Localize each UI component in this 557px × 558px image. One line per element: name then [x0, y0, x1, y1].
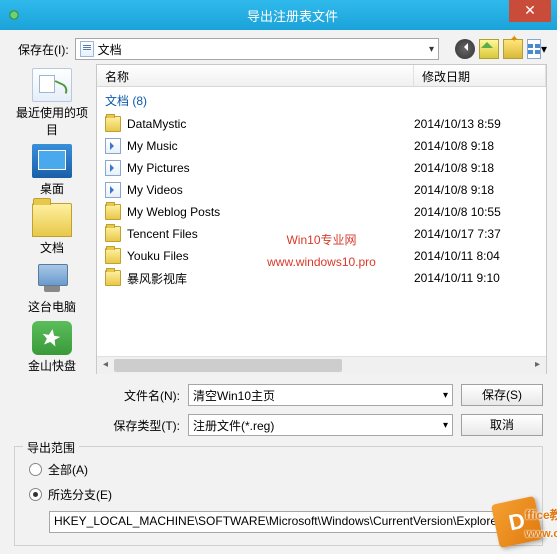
- sidebar-label-documents: 文档: [12, 239, 92, 256]
- radio-icon: [29, 463, 42, 476]
- column-date[interactable]: 修改日期: [414, 65, 546, 86]
- file-row[interactable]: Youku Files2014/10/11 8:04: [97, 245, 546, 267]
- new-folder-icon: [503, 39, 523, 59]
- media-icon: [105, 182, 121, 198]
- radio-icon-checked: [29, 488, 42, 501]
- documents-icon: [32, 203, 72, 237]
- scroll-left-icon[interactable]: ◂: [97, 357, 114, 374]
- sidebar-item-thispc[interactable]: 这台电脑: [12, 262, 92, 315]
- scroll-thumb[interactable]: [114, 359, 342, 372]
- back-icon: [455, 39, 475, 59]
- view-icon: [527, 39, 541, 59]
- file-date: 2014/10/17 7:37: [414, 227, 538, 241]
- media-icon: [105, 138, 121, 154]
- file-row[interactable]: My Music2014/10/8 9:18: [97, 135, 546, 157]
- radio-selected-branch[interactable]: 所选分支(E): [29, 486, 532, 503]
- new-folder-button[interactable]: [503, 39, 523, 59]
- recent-icon: [32, 68, 72, 102]
- chevron-down-icon: ▾: [429, 44, 434, 55]
- sidebar-label-desktop: 桌面: [12, 180, 92, 197]
- location-value: 文档: [98, 41, 122, 58]
- radio-all[interactable]: 全部(A): [29, 461, 532, 478]
- file-name: DataMystic: [127, 117, 414, 131]
- chevron-down-icon: ▾: [443, 420, 448, 431]
- file-row[interactable]: My Pictures2014/10/8 9:18: [97, 157, 546, 179]
- file-row[interactable]: Tencent Files2014/10/17 7:37: [97, 223, 546, 245]
- folder-icon: [105, 116, 121, 132]
- file-date: 2014/10/8 9:18: [414, 161, 538, 175]
- close-button[interactable]: ✕: [509, 0, 551, 22]
- file-row[interactable]: DataMystic2014/10/13 8:59: [97, 113, 546, 135]
- chevron-down-icon: ▾: [443, 390, 448, 401]
- sidebar-item-documents[interactable]: 文档: [12, 203, 92, 256]
- file-date: 2014/10/13 8:59: [414, 117, 538, 131]
- kuaipan-icon: [32, 321, 72, 355]
- filetype-combo[interactable]: 注册文件(*.reg) ▾: [188, 414, 453, 436]
- sidebar-label-recent: 最近使用的项目: [12, 104, 92, 138]
- titlebar: 导出注册表文件 ✕: [0, 0, 557, 30]
- filename-value: 清空Win10主页: [193, 387, 275, 404]
- filetype-label: 保存类型(T):: [100, 417, 180, 434]
- file-name: My Weblog Posts: [127, 205, 414, 219]
- branch-path-input[interactable]: HKEY_LOCAL_MACHINE\SOFTWARE\Microsoft\Wi…: [49, 511, 532, 533]
- save-button[interactable]: 保存(S): [461, 384, 543, 406]
- file-date: 2014/10/8 9:18: [414, 183, 538, 197]
- folder-icon: [105, 226, 121, 242]
- save-in-label: 保存在(I):: [18, 41, 69, 58]
- horizontal-scrollbar[interactable]: ◂ ▸: [97, 356, 546, 373]
- file-date: 2014/10/8 10:55: [414, 205, 538, 219]
- file-name: 暴风影视库: [127, 270, 414, 287]
- filename-label: 文件名(N):: [100, 387, 180, 404]
- file-date: 2014/10/11 9:10: [414, 271, 538, 285]
- cancel-button[interactable]: 取消: [461, 414, 543, 436]
- folder-icon: [105, 248, 121, 264]
- file-list: 名称 修改日期 文档 (8) DataMystic2014/10/13 8:59…: [96, 64, 547, 374]
- file-row[interactable]: My Videos2014/10/8 9:18: [97, 179, 546, 201]
- filename-input[interactable]: 清空Win10主页 ▾: [188, 384, 453, 406]
- app-icon: [6, 7, 22, 23]
- sidebar-item-recent[interactable]: 最近使用的项目: [12, 68, 92, 138]
- up-button[interactable]: [479, 39, 499, 59]
- document-icon: [80, 41, 94, 57]
- computer-icon: [32, 262, 72, 296]
- export-range-title: 导出范围: [23, 439, 79, 456]
- up-folder-icon: [479, 39, 499, 59]
- file-name: My Pictures: [127, 161, 414, 175]
- sidebar-label-thispc: 这台电脑: [12, 298, 92, 315]
- file-date: 2014/10/8 9:18: [414, 139, 538, 153]
- column-headers: 名称 修改日期: [97, 65, 546, 87]
- file-row[interactable]: My Weblog Posts2014/10/8 10:55: [97, 201, 546, 223]
- sidebar-item-kuaipan[interactable]: 金山快盘: [12, 321, 92, 374]
- file-name: My Videos: [127, 183, 414, 197]
- radio-branch-label: 所选分支(E): [48, 486, 112, 503]
- view-menu-button[interactable]: ▾: [527, 39, 547, 59]
- scroll-right-icon[interactable]: ▸: [529, 357, 546, 374]
- window-title: 导出注册表文件: [28, 6, 557, 25]
- file-row[interactable]: 暴风影视库2014/10/11 9:10: [97, 267, 546, 289]
- file-name: My Music: [127, 139, 414, 153]
- places-sidebar: 最近使用的项目 桌面 文档 这台电脑 金山快盘: [8, 64, 96, 374]
- media-icon: [105, 160, 121, 176]
- sidebar-item-desktop[interactable]: 桌面: [12, 144, 92, 197]
- column-name[interactable]: 名称: [97, 65, 414, 86]
- file-name: Youku Files: [127, 249, 414, 263]
- folder-icon: [105, 204, 121, 220]
- desktop-icon: [32, 144, 72, 178]
- group-header[interactable]: 文档 (8): [97, 89, 546, 113]
- filetype-value: 注册文件(*.reg): [193, 417, 274, 434]
- export-range-group: 导出范围 全部(A) 所选分支(E) HKEY_LOCAL_MACHINE\SO…: [14, 446, 543, 546]
- back-button[interactable]: [455, 39, 475, 59]
- file-date: 2014/10/11 8:04: [414, 249, 538, 263]
- sidebar-label-kuaipan: 金山快盘: [12, 357, 92, 374]
- radio-all-label: 全部(A): [48, 461, 88, 478]
- file-name: Tencent Files: [127, 227, 414, 241]
- folder-icon: [105, 270, 121, 286]
- location-combo[interactable]: 文档 ▾: [75, 38, 439, 60]
